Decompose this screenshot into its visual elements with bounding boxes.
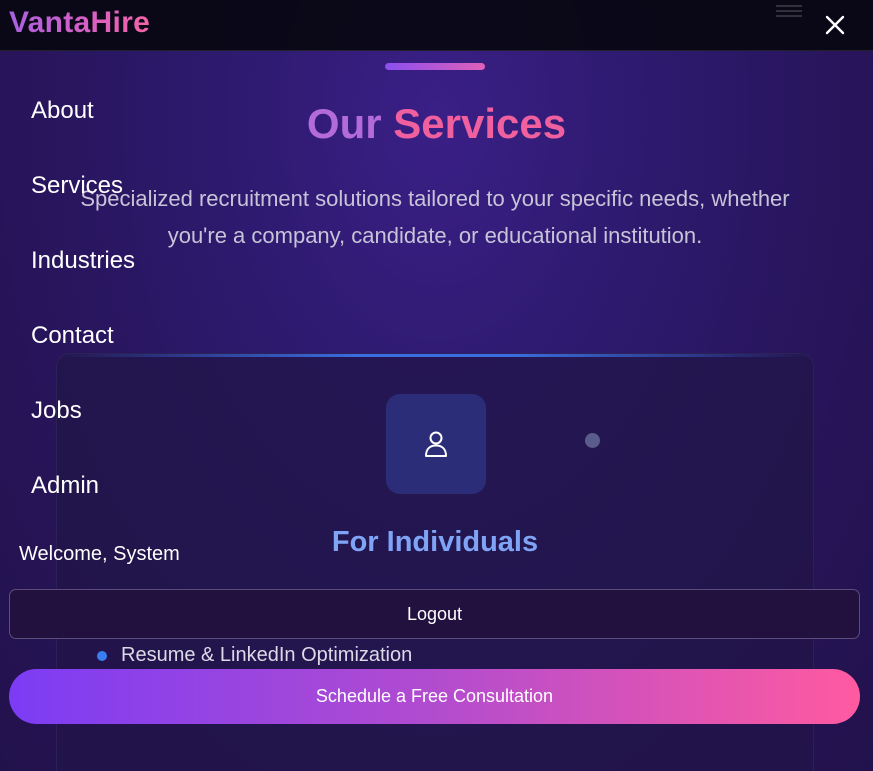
section-accent-bar (385, 63, 485, 70)
feature-item: Resume & LinkedIn Optimization (97, 644, 412, 667)
nav-link-about[interactable]: About (31, 97, 94, 125)
user-icon (425, 431, 447, 457)
close-icon (825, 15, 845, 35)
section-title-part1: Our (306, 100, 382, 147)
close-menu-button[interactable] (820, 10, 850, 40)
section-subtitle: Specialized recruitment solutions tailor… (80, 186, 790, 248)
menu-icon (776, 2, 802, 20)
decorative-dot (585, 433, 600, 448)
nav-link-industries[interactable]: Industries (31, 247, 135, 275)
nav-link-jobs[interactable]: Jobs (31, 397, 82, 425)
bullet-icon (97, 650, 107, 661)
card-icon-box (386, 394, 486, 494)
logo[interactable]: VantaHire (9, 6, 150, 40)
nav-link-contact[interactable]: Contact (31, 322, 114, 350)
section-title-part2: Services (393, 100, 567, 147)
schedule-consultation-button[interactable]: Schedule a Free Consultation (9, 669, 860, 724)
logout-button[interactable]: Logout (9, 589, 860, 639)
section-title: Our Services (0, 100, 873, 148)
card-top-accent (57, 354, 813, 357)
nav-link-services[interactable]: Services (31, 172, 123, 200)
nav-link-admin[interactable]: Admin (31, 472, 99, 500)
top-bar: VantaHire (0, 0, 873, 51)
welcome-text: Welcome, System (19, 543, 180, 565)
feature-label: Resume & LinkedIn Optimization (121, 644, 413, 666)
